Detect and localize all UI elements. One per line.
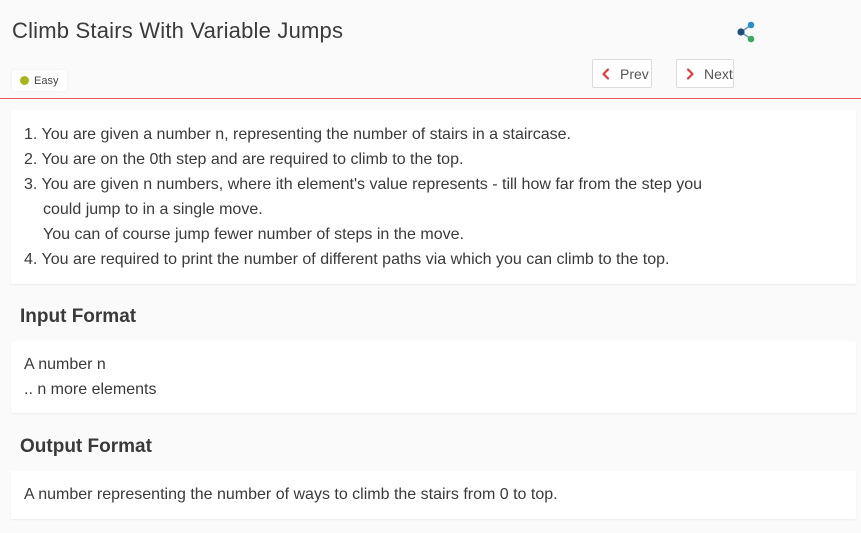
input-format-heading: Input Format	[20, 306, 137, 327]
difficulty-badge: Easy	[12, 70, 68, 91]
share-icon[interactable]	[736, 20, 758, 44]
difficulty-dot-icon	[20, 76, 29, 85]
description-line: could jump to in a single move.	[43, 201, 263, 218]
chevron-left-icon	[602, 67, 610, 80]
problem-description: 1. You are given a number n, representin…	[11, 110, 856, 284]
input-format-box: A number n .. n more elements	[11, 341, 856, 413]
prev-button[interactable]: Prev	[592, 59, 652, 88]
input-format-line: .. n more elements	[24, 381, 157, 398]
description-line: 1. You are given a number n, representin…	[24, 126, 571, 143]
description-line: 3. You are given n numbers, where ith el…	[24, 176, 703, 193]
description-line: 2. You are on the 0th step and are requi…	[24, 151, 464, 168]
chevron-right-icon	[686, 67, 694, 80]
prev-button-label: Prev	[620, 65, 649, 82]
input-format-line: A number n	[24, 356, 106, 373]
problem-header: Climb Stairs With Variable Jumps Easy Pr…	[0, 0, 861, 99]
difficulty-label: Easy	[34, 74, 59, 87]
output-format-line: A number representing the number of ways…	[24, 486, 558, 503]
next-button[interactable]: Next	[676, 59, 734, 88]
problem-title: Climb Stairs With Variable Jumps	[12, 18, 344, 43]
output-format-box: A number representing the number of ways…	[11, 471, 856, 519]
output-format-heading: Output Format	[20, 436, 152, 457]
next-button-label: Next	[704, 65, 733, 82]
description-line: You can of course jump fewer number of s…	[43, 226, 464, 243]
description-line: 4. You are required to print the number …	[24, 251, 670, 268]
